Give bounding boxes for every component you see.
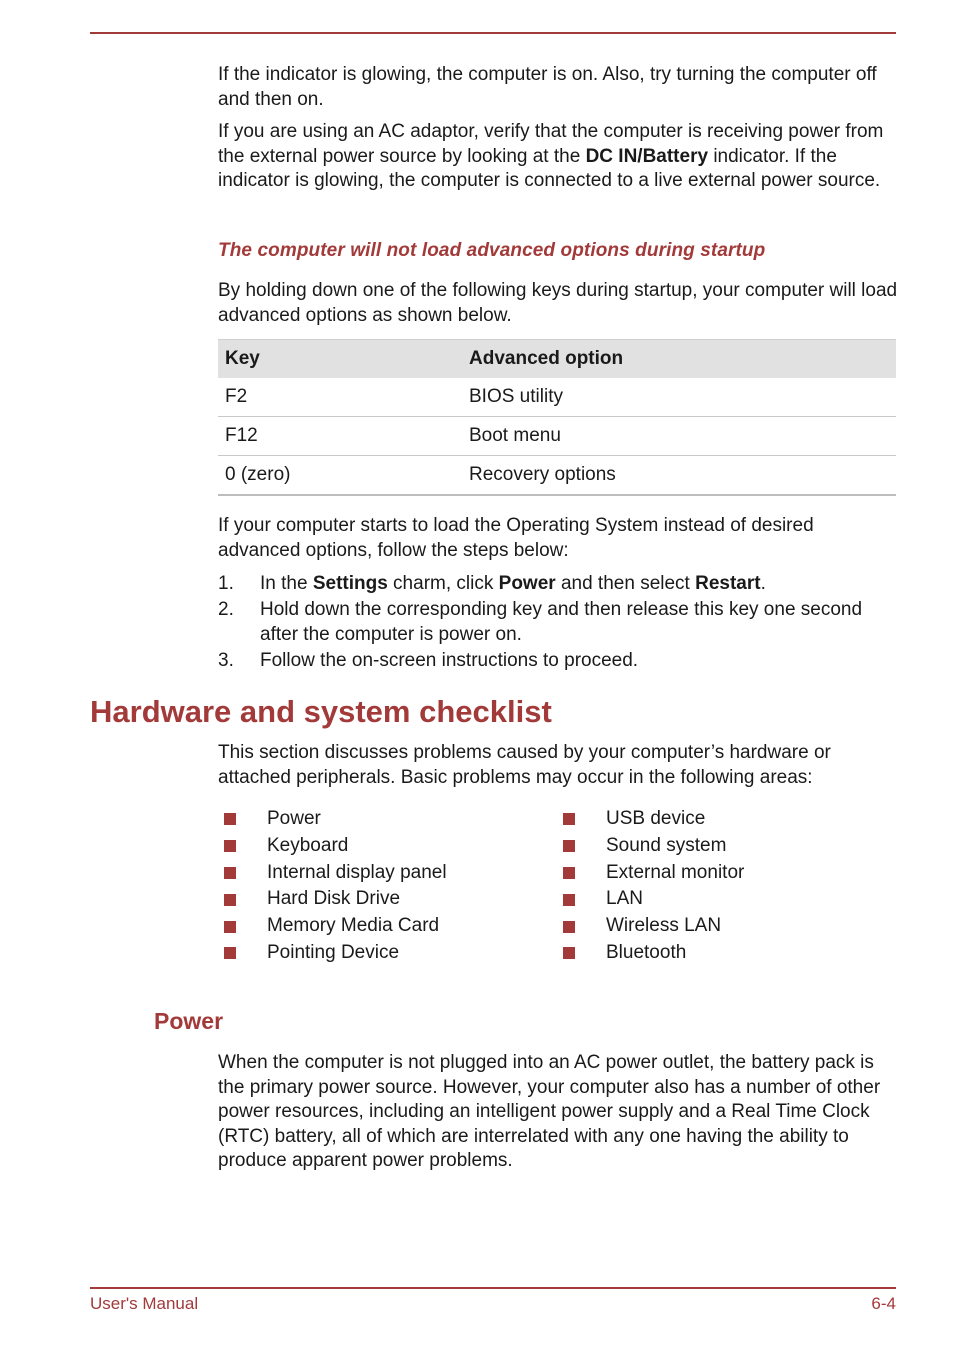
option-cell: BIOS utility [462,378,896,417]
key-cell: 0 (zero) [218,455,462,496]
list-item: Sound system [563,833,744,860]
steps-list: 1. In the Settings charm, click Power an… [218,571,898,673]
header-rule [90,32,896,34]
square-bullet-icon [563,866,575,879]
list-item-label: Internal display panel [267,861,447,883]
table-row: 0 (zero) Recovery options [218,455,896,496]
footer-rule [90,1287,896,1289]
advanced-intro: By holding down one of the following key… [218,280,898,326]
steps-intro: If your computer starts to load the Oper… [218,515,814,561]
indicator-name: DC IN/Battery [585,145,709,167]
power-paragraph: When the computer is not plugged into an… [218,1052,881,1171]
list-item: Pointing Device [224,940,447,967]
checklist-right-list: USB device Sound system External monitor… [563,806,744,967]
square-bullet-icon [224,866,236,879]
square-bullet-icon [563,893,575,906]
list-item: Memory Media Card [224,913,447,940]
list-item-label: Keyboard [267,834,349,856]
option-cell: Boot menu [462,416,896,456]
list-item: Power [224,806,447,833]
footer-page-number: 6-4 [871,1294,896,1313]
list-item: LAN [563,886,744,913]
column-header-key: Key [218,339,462,378]
text-run: charm, click [387,573,499,594]
square-bullet-icon [224,813,236,826]
advanced-options-heading: The computer will not load advanced opti… [218,240,766,261]
list-item-label: USB device [606,808,706,829]
list-item: Internal display panel [224,860,447,887]
step-number: 3. [218,649,234,671]
key-cell: F12 [218,416,462,456]
list-item: Keyboard [224,833,447,860]
text-run: and then select [555,573,696,594]
square-bullet-icon [563,840,575,853]
step-number: 1. [218,573,234,594]
option-cell: Recovery options [462,455,896,496]
list-item-label: Sound system [606,834,727,856]
column-header-option: Advanced option [462,339,896,378]
ui-term: Restart [695,573,761,594]
text-run: . [760,573,766,594]
table-row: F2 BIOS utility [218,378,896,417]
square-bullet-icon [224,893,236,906]
section-heading: Hardware and system checklist [90,694,552,729]
step-number: 2. [218,598,234,620]
list-item-label: Power [267,808,321,829]
key-cell: F2 [218,378,462,417]
step-item: 3. Follow the on-screen instructions to … [218,648,898,674]
step-item: 1. In the Settings charm, click Power an… [218,571,898,597]
list-item-label: Hard Disk Drive [267,888,401,910]
square-bullet-icon [563,813,575,826]
table-header-row: Key Advanced option [218,339,896,378]
square-bullet-icon [224,840,236,853]
table-row: F12 Boot menu [218,416,896,456]
ui-term: Power [498,573,556,594]
square-bullet-icon [563,920,575,933]
step-text: In the Settings charm, click Power and t… [260,571,766,597]
ui-term: Settings [312,573,388,594]
step-text: Hold down the corresponding key and then… [260,598,863,646]
list-item: Bluetooth [563,940,744,967]
square-bullet-icon [224,947,236,960]
checklist-intro: This section discusses problems caused b… [218,742,831,788]
list-item-label: Bluetooth [606,941,687,963]
list-item-label: Wireless LAN [606,915,722,937]
list-item: Wireless LAN [563,913,744,940]
list-item: External monitor [563,860,744,887]
advanced-options-table: Key Advanced option F2 BIOS utility F12 … [218,339,896,496]
list-item-label: Memory Media Card [267,915,440,937]
intro-paragraph-2: If you are using an AC adaptor, verify t… [218,120,898,194]
step-item: 2. Hold down the corresponding key and t… [218,597,898,648]
subsection-heading-power: Power [154,1008,224,1034]
list-item: USB device [563,806,744,833]
checklist-left-list: Power Keyboard Internal display panel Ha… [224,806,447,967]
footer-document-title: User's Manual [90,1294,199,1313]
square-bullet-icon [224,920,236,933]
list-item-label: Pointing Device [267,941,400,963]
list-item: Hard Disk Drive [224,886,447,913]
step-text: Follow the on-screen instructions to pro… [260,649,639,671]
square-bullet-icon [563,947,575,960]
list-item-label: LAN [606,888,643,910]
list-item-label: External monitor [606,861,745,883]
intro-paragraph-1: If the indicator is glowing, the compute… [218,64,877,110]
text-run: In the [260,573,313,594]
